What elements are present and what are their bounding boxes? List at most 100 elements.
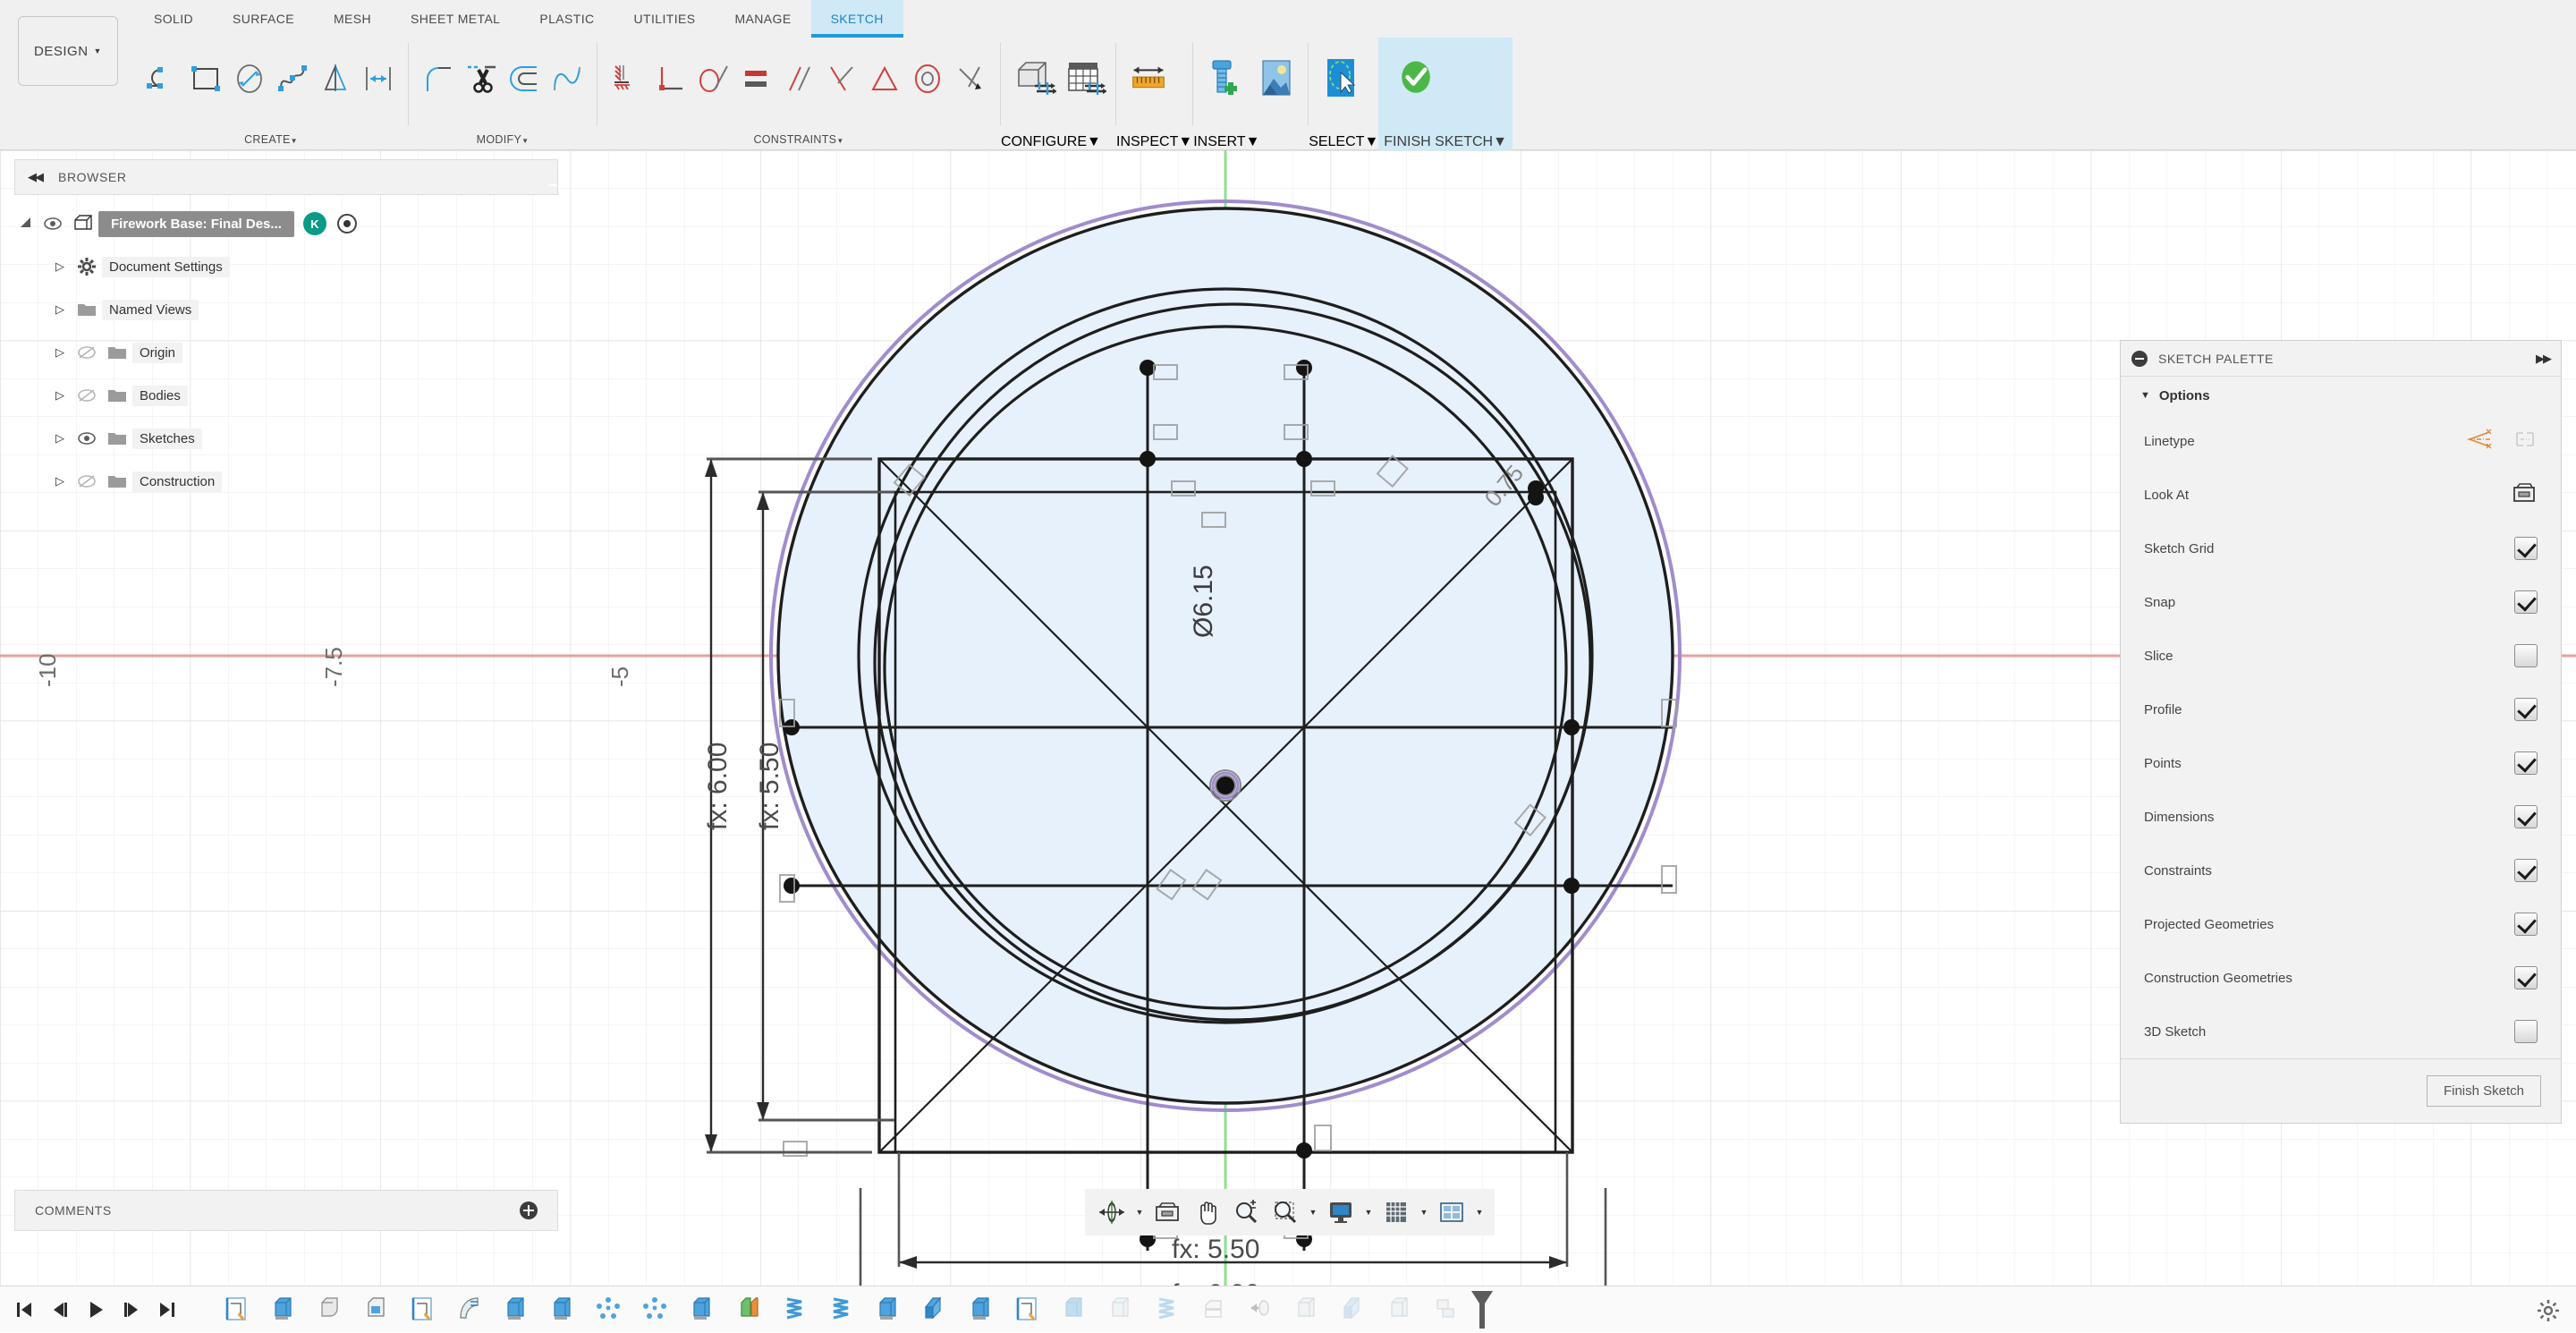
parallel-icon[interactable] bbox=[778, 58, 819, 99]
step-forward-icon[interactable] bbox=[120, 1298, 143, 1321]
visibility-hidden-icon[interactable] bbox=[72, 474, 102, 488]
configure-body-icon[interactable] bbox=[1010, 55, 1056, 102]
expand-arrow-icon[interactable]: ▷ bbox=[48, 431, 72, 446]
insert-mcmaster-icon[interactable] bbox=[1202, 55, 1249, 102]
timeline-feature-fillet[interactable] bbox=[306, 1289, 352, 1330]
timeline-feature-sketch[interactable] bbox=[399, 1289, 445, 1330]
expand-arrow-icon[interactable]: ▷ bbox=[48, 388, 72, 403]
concentric-icon[interactable] bbox=[907, 58, 948, 99]
timeline-feature-extrude[interactable] bbox=[678, 1289, 724, 1330]
orbit-dropdown-icon[interactable]: ▼ bbox=[1131, 1208, 1148, 1217]
browser-item-construction[interactable]: ▷ Construction bbox=[14, 460, 558, 503]
timeline-feature-extrude[interactable] bbox=[1097, 1289, 1143, 1330]
browser-item-named-views[interactable]: ▷ Named Views bbox=[14, 288, 558, 331]
orbit-icon[interactable] bbox=[1092, 1193, 1131, 1232]
construction-linetype-icon[interactable] bbox=[2466, 428, 2493, 454]
snap-checkbox[interactable] bbox=[2514, 590, 2538, 614]
rectangular-pattern-icon[interactable] bbox=[358, 58, 399, 99]
configure-table-icon[interactable] bbox=[1060, 55, 1106, 102]
timeline-feature-extrude[interactable] bbox=[1283, 1289, 1329, 1330]
timeline-feature-split[interactable] bbox=[724, 1289, 771, 1330]
go-to-end-icon[interactable] bbox=[156, 1298, 179, 1321]
timeline-feature-extrude[interactable] bbox=[1050, 1289, 1097, 1330]
fix-unfix-icon[interactable] bbox=[606, 58, 648, 99]
timeline-feature-loft[interactable] bbox=[911, 1289, 957, 1330]
insert-canvas-icon[interactable] bbox=[1252, 55, 1299, 102]
ribbon-group-configure-label[interactable]: CONFIGURE▼ bbox=[1001, 134, 1115, 150]
visibility-hidden-icon[interactable] bbox=[72, 345, 102, 360]
points-checkbox[interactable] bbox=[2514, 751, 2538, 775]
timeline-feature-revolve[interactable] bbox=[445, 1289, 492, 1330]
tangent-icon[interactable] bbox=[692, 58, 733, 99]
visibility-eye-icon[interactable] bbox=[72, 431, 102, 446]
browser-item-sketches[interactable]: ▷ Sketches bbox=[14, 417, 558, 460]
zoom-dropdown-icon[interactable]: ▼ bbox=[1305, 1208, 1321, 1217]
pan-icon[interactable] bbox=[1187, 1193, 1226, 1232]
timeline-feature-extrude[interactable] bbox=[864, 1289, 911, 1330]
dimensions-checkbox[interactable] bbox=[2514, 805, 2538, 828]
activate-component-icon[interactable] bbox=[336, 214, 357, 233]
timeline-feature-extrude[interactable] bbox=[492, 1289, 538, 1330]
add-comment-icon[interactable] bbox=[520, 1201, 538, 1219]
expand-arrows-icon[interactable]: ▶▶ bbox=[2536, 352, 2552, 366]
constraints-checkbox[interactable] bbox=[2514, 859, 2538, 882]
circle-icon[interactable] bbox=[229, 58, 270, 99]
browser-item-origin[interactable]: ▷ Origin bbox=[14, 331, 558, 374]
perpendicular-icon[interactable] bbox=[821, 58, 862, 99]
finish-sketch-icon[interactable] bbox=[1393, 55, 1439, 102]
display-dropdown-icon[interactable]: ▼ bbox=[1360, 1208, 1377, 1217]
zoom-icon[interactable] bbox=[1226, 1193, 1266, 1232]
look-at-icon[interactable] bbox=[2511, 480, 2538, 509]
step-back-icon[interactable] bbox=[48, 1298, 72, 1321]
grid-dropdown-icon[interactable]: ▼ bbox=[1416, 1208, 1432, 1217]
ribbon-group-finish-sketch-label[interactable]: FINISH SKETCH▼ bbox=[1384, 134, 1507, 150]
comments-panel[interactable]: COMMENTS bbox=[14, 1190, 558, 1231]
timeline-feature-shell[interactable] bbox=[1190, 1289, 1236, 1330]
projected-geometries-checkbox[interactable] bbox=[2514, 913, 2538, 936]
spline-icon[interactable] bbox=[272, 58, 313, 99]
centerline-linetype-icon[interactable] bbox=[2512, 428, 2538, 454]
timeline-feature-extrude[interactable] bbox=[259, 1289, 306, 1330]
palette-options-section[interactable]: ▼ Options bbox=[2121, 377, 2561, 414]
timeline-feature-sketch[interactable] bbox=[1004, 1289, 1050, 1330]
expand-arrow-icon[interactable]: ▷ bbox=[48, 302, 72, 317]
ribbon-group-create-label[interactable]: CREATE▼ bbox=[140, 133, 402, 150]
expand-arrow-icon[interactable] bbox=[14, 215, 38, 233]
expand-arrow-icon[interactable]: ▷ bbox=[48, 345, 72, 360]
finish-sketch-button[interactable]: Finish Sketch bbox=[2426, 1075, 2541, 1107]
visibility-hidden-icon[interactable] bbox=[72, 388, 102, 403]
timeline-feature-thread[interactable] bbox=[818, 1289, 864, 1330]
offset-icon[interactable] bbox=[504, 58, 545, 99]
tab-utilities[interactable]: UTILITIES bbox=[614, 0, 716, 38]
timeline-feature-thread[interactable] bbox=[1143, 1289, 1190, 1330]
trim-icon[interactable] bbox=[461, 58, 502, 99]
timeline-feature-loft[interactable] bbox=[1329, 1289, 1376, 1330]
ribbon-group-constraints-label[interactable]: CONSTRAINTS▼ bbox=[603, 133, 995, 150]
zoom-window-icon[interactable] bbox=[1266, 1193, 1305, 1232]
timeline-feature-circular-pattern[interactable] bbox=[631, 1289, 678, 1330]
tab-manage[interactable]: MANAGE bbox=[715, 0, 810, 38]
slice-checkbox[interactable] bbox=[2514, 644, 2538, 667]
browser-item-root[interactable]: Firework Base: Final Des... K bbox=[14, 202, 558, 245]
go-to-beginning-icon[interactable] bbox=[13, 1298, 36, 1321]
ribbon-group-finish-sketch[interactable]: FINISH SKETCH▼ bbox=[1378, 38, 1513, 150]
collapse-arrows-icon[interactable]: ◀◀ bbox=[28, 170, 44, 184]
tab-sketch[interactable]: SKETCH bbox=[810, 0, 903, 38]
measure-icon[interactable] bbox=[1125, 55, 1172, 102]
rectangle-icon[interactable] bbox=[186, 58, 227, 99]
display-settings-icon[interactable] bbox=[1321, 1193, 1360, 1232]
contributor-badge[interactable]: K bbox=[302, 212, 326, 235]
line-icon[interactable] bbox=[143, 58, 184, 99]
visibility-eye-icon[interactable] bbox=[38, 217, 68, 231]
tab-solid[interactable]: SOLID bbox=[134, 0, 213, 38]
curvature-icon[interactable] bbox=[547, 58, 588, 99]
grid-snaps-icon[interactable] bbox=[1377, 1193, 1416, 1232]
ribbon-group-select-label[interactable]: SELECT▼ bbox=[1309, 134, 1378, 150]
look-at-icon[interactable] bbox=[1148, 1193, 1187, 1232]
timeline-feature-sketch[interactable] bbox=[213, 1289, 259, 1330]
expand-arrow-icon[interactable]: ▷ bbox=[48, 259, 72, 274]
dimension-circle-diameter[interactable]: Ø6.15 bbox=[1189, 565, 1218, 638]
expand-arrow-icon[interactable]: ▷ bbox=[48, 474, 72, 488]
origin-point[interactable] bbox=[1209, 769, 1241, 802]
settings-gear-icon[interactable] bbox=[2537, 1299, 2560, 1327]
